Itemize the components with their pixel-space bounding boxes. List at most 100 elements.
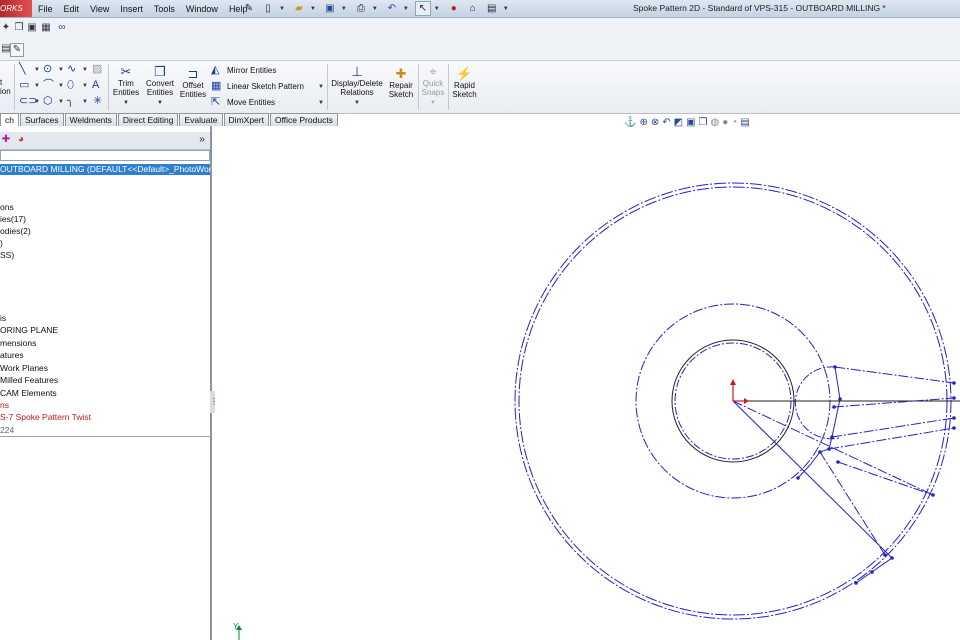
offset-entities-button[interactable]: ⊐ Offset Entities <box>178 67 208 100</box>
print-icon[interactable]: ⎙ <box>353 1 369 16</box>
sketch-point[interactable] <box>870 570 874 574</box>
tree-item-features[interactable]: atures <box>0 350 24 361</box>
move-entities-button[interactable]: Move Entities <box>227 98 275 107</box>
collapse-pane-button[interactable]: » <box>196 134 208 146</box>
tree-item-224[interactable]: 224 <box>0 425 14 436</box>
trim-entities-button[interactable]: ✂ Trim Entities ▼ <box>111 65 141 108</box>
chevron-down-icon[interactable]: ▼ <box>34 67 40 73</box>
tree-item-origin-axis[interactable]: is <box>0 313 6 324</box>
sketch-button-partial[interactable]: t ion <box>0 78 11 96</box>
menu-insert[interactable]: Insert <box>120 4 143 14</box>
save-icon[interactable]: ▣ <box>322 1 338 16</box>
quick-snaps-button[interactable]: ⌖ Quick Snaps ▼ <box>420 65 446 108</box>
tab-evaluate[interactable]: Evaluate <box>179 113 223 126</box>
tree-item-part[interactable]: OUTBOARD MILLING (DEFAULT<<Default>_Phot… <box>0 164 220 175</box>
sketch-point[interactable] <box>883 553 887 557</box>
construction-line-c[interactable] <box>828 427 955 450</box>
spline-tool-icon[interactable]: ∿ <box>67 63 76 75</box>
sketch-point[interactable] <box>931 493 935 497</box>
sketch-point[interactable] <box>952 381 956 385</box>
sketch-point[interactable] <box>836 460 840 464</box>
sketch-point[interactable] <box>952 426 956 430</box>
chevron-down-icon[interactable]: ▼ <box>310 6 316 12</box>
construction-line-a[interactable] <box>833 397 955 408</box>
rectangle-tool-icon[interactable]: ▭ <box>19 79 29 91</box>
rebuild-icon[interactable]: ● <box>446 1 462 16</box>
copy-icon[interactable]: ❐ <box>13 22 25 34</box>
tree-filter-input[interactable] <box>0 150 210 161</box>
mirror-entities-button[interactable]: Mirror Entities <box>227 66 276 75</box>
menu-file[interactable]: File <box>38 4 53 14</box>
chevron-down-icon[interactable]: ▼ <box>58 99 64 105</box>
chevron-down-icon[interactable]: ▼ <box>58 67 64 73</box>
sketch-point[interactable] <box>818 450 822 454</box>
tree-item-milled-features[interactable]: Milled Features <box>0 375 58 386</box>
convert-entities-button[interactable]: ❒ Convert Entities ▼ <box>143 65 177 108</box>
polygon-tool-icon[interactable]: ⬡ <box>43 95 53 107</box>
save-as-icon[interactable]: ▣ <box>26 22 38 34</box>
menu-view[interactable]: View <box>90 4 109 14</box>
tree-item-annotations[interactable]: ons <box>0 202 14 213</box>
chevron-down-icon[interactable]: ▼ <box>434 6 440 12</box>
tab-office-products[interactable]: Office Products <box>269 113 338 126</box>
text-tool-icon[interactable]: A <box>92 79 99 91</box>
chevron-down-icon[interactable]: ▼ <box>403 6 409 12</box>
select-cursor-icon[interactable]: ↖ <box>414 1 431 16</box>
tab-surfaces[interactable]: Surfaces <box>19 113 64 126</box>
tree-item-material[interactable]: SS) <box>0 250 14 261</box>
sketch-point[interactable] <box>833 365 837 369</box>
rapid-sketch-button[interactable]: ⚡ Rapid Sketch <box>451 67 478 100</box>
menu-tools[interactable]: Tools <box>154 4 175 14</box>
line-tool-icon[interactable]: ╲ <box>19 63 26 75</box>
close-file-icon[interactable]: ▦ <box>40 22 52 34</box>
chevron-down-icon[interactable]: ▼ <box>503 6 509 12</box>
arc-tool-icon[interactable]: ⌒ <box>43 79 54 91</box>
plane-tool-icon[interactable]: ▨ <box>92 63 102 75</box>
chevron-down-icon[interactable]: ▼ <box>34 99 40 105</box>
tree-item-cam-elements[interactable]: CAM Elements <box>0 388 57 399</box>
sketch-point[interactable] <box>838 397 842 401</box>
link-icon[interactable]: ∞ <box>56 22 68 34</box>
tab-dimxpert[interactable]: DimXpert <box>223 113 269 126</box>
chevron-down-icon[interactable]: ▼ <box>34 83 40 89</box>
sketch-point[interactable] <box>832 405 836 409</box>
tab-direct-editing[interactable]: Direct Editing <box>117 113 179 126</box>
display-delete-relations-button[interactable]: ⊥ Display/Delete Relations ▼ <box>330 65 384 108</box>
tree-item-dimensions[interactable]: mensions <box>0 338 36 349</box>
sketch-point[interactable] <box>854 581 858 585</box>
tab-weldments[interactable]: Weldments <box>64 113 117 126</box>
construction-line-top[interactable] <box>834 366 955 384</box>
repair-sketch-button[interactable]: ✚ Repair Sketch <box>387 67 415 100</box>
chevron-down-icon[interactable]: ▼ <box>341 6 347 12</box>
file-properties-icon[interactable]: ⌂ <box>465 1 481 16</box>
linear-sketch-pattern-button[interactable]: Linear Sketch Pattern <box>227 82 304 91</box>
tree-item-boring-plane[interactable]: ORING PLANE <box>0 325 58 336</box>
tree-item-spoke-pattern-twist[interactable]: S-7 Spoke Pattern Twist <box>0 412 91 423</box>
pin-icon[interactable]: ✎ <box>241 1 257 16</box>
open-folder-icon[interactable]: ▰ <box>291 1 307 16</box>
tab-sketch[interactable]: ch <box>0 113 19 126</box>
chevron-down-icon[interactable]: ▼ <box>58 83 64 89</box>
chevron-down-icon[interactable]: ▼ <box>318 84 324 90</box>
chevron-down-icon[interactable]: ▼ <box>82 67 88 73</box>
chevron-down-icon[interactable]: ▼ <box>82 83 88 89</box>
tree-item-surface-bodies[interactable]: ies(17) <box>0 214 26 225</box>
tree-item-equations[interactable]: ) <box>0 238 3 249</box>
spoke-edge-main[interactable] <box>732 400 893 559</box>
chevron-down-icon[interactable]: ▼ <box>279 6 285 12</box>
chevron-down-icon[interactable]: ▼ <box>82 99 88 105</box>
sketch-tool-icon[interactable]: ✦ <box>0 22 12 34</box>
construction-line-b[interactable] <box>831 417 955 438</box>
tree-item-error-folder[interactable]: ns <box>0 400 9 411</box>
sketch-point[interactable] <box>952 416 956 420</box>
chevron-down-icon[interactable]: ▼ <box>372 6 378 12</box>
sketch-point[interactable] <box>830 435 834 439</box>
sketch-point[interactable] <box>827 447 831 451</box>
tree-item-solid-bodies[interactable]: odies(2) <box>0 226 31 237</box>
ellipse-tool-icon[interactable]: ⬯ <box>67 79 74 91</box>
tree-item-work-planes[interactable]: Work Planes <box>0 363 48 374</box>
new-document-icon[interactable]: ▯ <box>260 1 276 16</box>
menu-window[interactable]: Window <box>186 4 218 14</box>
fillet-tool-icon[interactable]: ╮ <box>67 95 74 107</box>
sketch-point[interactable] <box>890 556 894 560</box>
